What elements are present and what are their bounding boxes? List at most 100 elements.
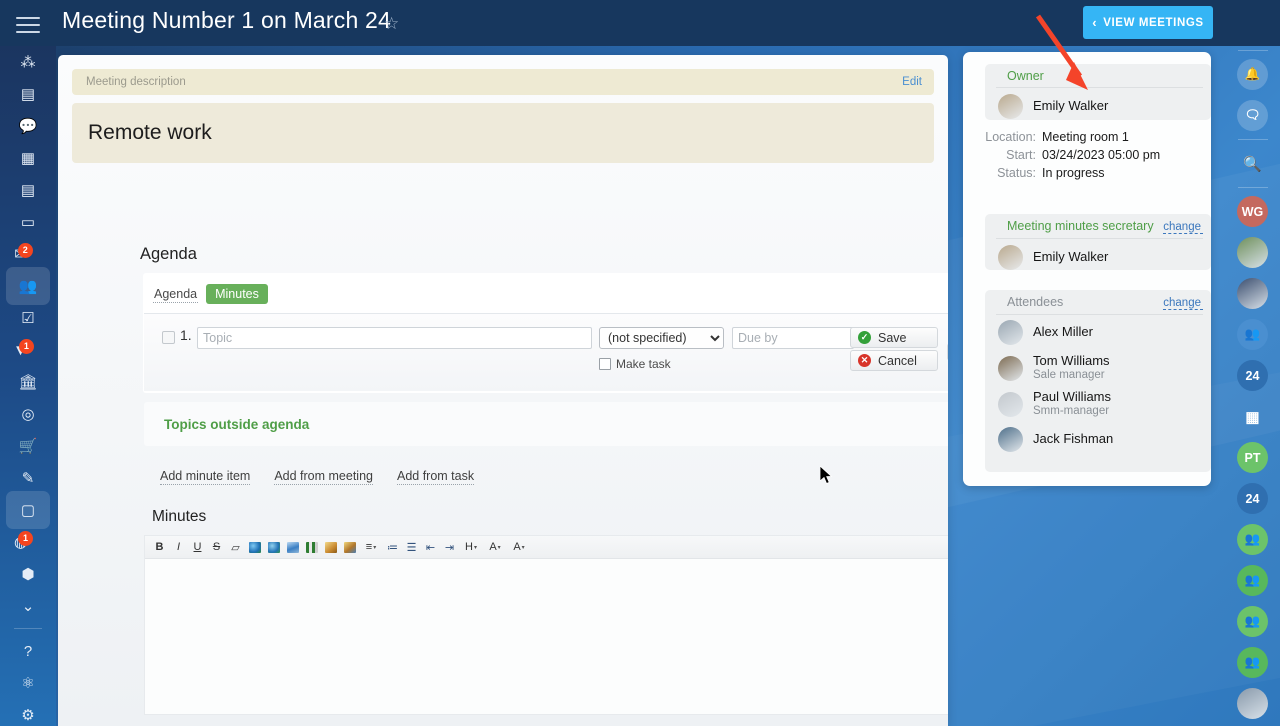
counter-24-a[interactable]: 24 [1225, 355, 1280, 396]
font-color-icon[interactable]: A ▾ [484, 538, 506, 556]
strikethrough-icon[interactable]: S [208, 538, 225, 556]
top-bar: Meeting Number 1 on March 24 ☆ ‹ VIEW ME… [0, 0, 1280, 46]
add-from-task-link[interactable]: Add from task [397, 469, 475, 485]
avatar [998, 427, 1023, 453]
avatar: WG [1237, 196, 1268, 227]
save-button[interactable]: ✓ Save [850, 327, 938, 348]
secretary-change-link[interactable]: change [1163, 221, 1203, 234]
attendee-row[interactable]: Jack Fishman [985, 422, 1211, 457]
sidebar-item-company[interactable]: 👥 [0, 267, 56, 305]
notifications-icon[interactable]: 🔔 [1225, 54, 1280, 95]
group-icon-3[interactable]: 👥 [1225, 601, 1280, 642]
sidebar-item-documents[interactable]: ▤ [0, 174, 56, 206]
align-icon[interactable]: ≡ ▾ [360, 538, 382, 556]
pencil-edit-icon[interactable]: ✎ [947, 344, 948, 360]
avatar-person-1[interactable] [1225, 232, 1280, 273]
avatar: PT [1237, 442, 1268, 473]
view-meetings-label: VIEW MEETINGS [1103, 16, 1204, 29]
more-icon: ⌄ [21, 597, 35, 615]
topic-input[interactable] [197, 327, 592, 349]
make-task-checkbox-wrap[interactable]: Make task [599, 357, 671, 371]
edit-description-link[interactable]: Edit [902, 76, 922, 88]
counter-24-b[interactable]: 24 [1225, 478, 1280, 519]
font-size-icon[interactable]: A ▾ [508, 538, 530, 556]
insert-table-icon[interactable] [341, 538, 358, 556]
chat-messages-icon[interactable]: 🗨 [1225, 95, 1280, 136]
assignee-select[interactable]: (not specified) [599, 327, 724, 349]
sidebar-item-contacts[interactable]: ▢ [0, 491, 56, 529]
location-key: Location: [985, 130, 1036, 144]
italic-icon[interactable]: I [170, 538, 187, 556]
attendee-row[interactable]: Tom Williams Sale manager [985, 350, 1211, 386]
sidebar-item-tasks[interactable]: ☑ [0, 302, 56, 334]
insert-image-icon[interactable] [284, 538, 301, 556]
group-chat-icon: 👥 [1237, 319, 1268, 350]
avatar-pt[interactable]: PT [1225, 437, 1280, 478]
secretary-heading-text: Meeting minutes secretary [1007, 219, 1154, 233]
sidebar-item-more[interactable]: ⌄ [0, 590, 56, 622]
sidebar-item-calendar[interactable]: ▦ [0, 142, 56, 174]
sidebar-item-automation[interactable]: ◍1 [0, 526, 56, 558]
sidebar-item-goals[interactable]: ◎ [0, 398, 56, 430]
make-task-checkbox[interactable] [599, 358, 611, 370]
group-icon-2[interactable]: 👥 [1225, 560, 1280, 601]
add-minute-item-link[interactable]: Add minute item [160, 469, 251, 485]
sidebar-item-news[interactable]: ▤ [0, 78, 56, 110]
unordered-list-icon[interactable]: ☰ [403, 538, 420, 556]
sidebar-item-help[interactable]: ? [0, 635, 56, 667]
indent-icon[interactable]: ⇥ [441, 538, 458, 556]
sidebar-item-drive[interactable]: ▭ [0, 206, 56, 238]
group-chat-icon[interactable]: 👥 [1225, 314, 1280, 355]
outdent-icon[interactable]: ⇤ [422, 538, 439, 556]
ordered-list-icon[interactable]: ≔ [384, 538, 401, 556]
avatar-group-stack[interactable] [1225, 683, 1280, 724]
sidebar-item-market[interactable]: ⬢ [0, 558, 56, 590]
sidebar-item-network[interactable]: ⚛ [0, 667, 56, 699]
avatar-person-2[interactable] [1225, 273, 1280, 314]
calendar-icon: ▦ [20, 149, 36, 167]
avatar-wg[interactable]: WG [1225, 191, 1280, 232]
tab-agenda[interactable]: Agenda [153, 286, 199, 303]
secretary-person: Emily Walker [985, 239, 1211, 276]
group-icon-3: 👥 [1237, 606, 1268, 637]
view-meetings-button[interactable]: ‹ VIEW MEETINGS [1083, 6, 1213, 39]
attendees-box: Attendees change Alex Miller Tom Williams… [985, 290, 1211, 472]
tab-minutes[interactable]: Minutes [206, 284, 268, 304]
sidebar-item-crm-funnel[interactable]: ▼1 [0, 334, 56, 366]
due-by-input[interactable] [732, 327, 854, 349]
sidebar-item-feed[interactable]: ⁂ [0, 46, 56, 78]
search-icon[interactable]: 🔍 [1225, 143, 1280, 184]
avatar [998, 391, 1023, 417]
hamburger-menu-icon[interactable] [16, 12, 40, 34]
group-icon-1[interactable]: 👥 [1225, 519, 1280, 560]
sidebar-item-settings[interactable]: ⚙ [0, 699, 56, 726]
sidebar-item-company-structure[interactable]: 🏛 [0, 366, 56, 398]
sidebar-item-chat[interactable]: 💬 [0, 110, 56, 142]
sidebar-divider [1237, 187, 1268, 188]
remove-link-icon[interactable] [265, 538, 282, 556]
attendees-change-link[interactable]: change [1163, 297, 1203, 310]
star-icon[interactable]: ☆ [384, 14, 399, 34]
insert-video-icon[interactable] [303, 538, 320, 556]
attendee-row[interactable]: Paul Williams Smm-manager [985, 386, 1211, 422]
sidebar-item-shop[interactable]: 🛒 [0, 430, 56, 462]
sidebar-item-mail[interactable]: ✉2 [0, 238, 56, 270]
sidebar-item-sign[interactable]: ✎ [0, 462, 56, 494]
group-icon-4[interactable]: 👥 [1225, 642, 1280, 683]
attendee-row[interactable]: Alex Miller [985, 315, 1211, 350]
group-icon-2: 👥 [1237, 565, 1268, 596]
minutes-editor-textarea[interactable] [145, 559, 948, 714]
heading-icon[interactable]: H ▾ [460, 538, 482, 556]
eraser-icon[interactable]: ▱ [227, 538, 244, 556]
add-from-meeting-link[interactable]: Add from meeting [274, 469, 373, 485]
bold-icon[interactable]: B [151, 538, 168, 556]
meeting-info-panel: Owner Emily Walker Location: Meeting roo… [963, 52, 1211, 486]
cancel-button[interactable]: ✕ Cancel [850, 350, 938, 371]
insert-file-icon[interactable] [322, 538, 339, 556]
calendar-icon[interactable]: ▦ [1225, 396, 1280, 437]
underline-icon[interactable]: U [189, 538, 206, 556]
chevron-down-icon: ▾ [373, 544, 377, 551]
attendee-text: Paul Williams Smm-manager [1033, 389, 1111, 419]
minute-item-checkbox[interactable] [162, 331, 175, 344]
insert-link-icon[interactable] [246, 538, 263, 556]
